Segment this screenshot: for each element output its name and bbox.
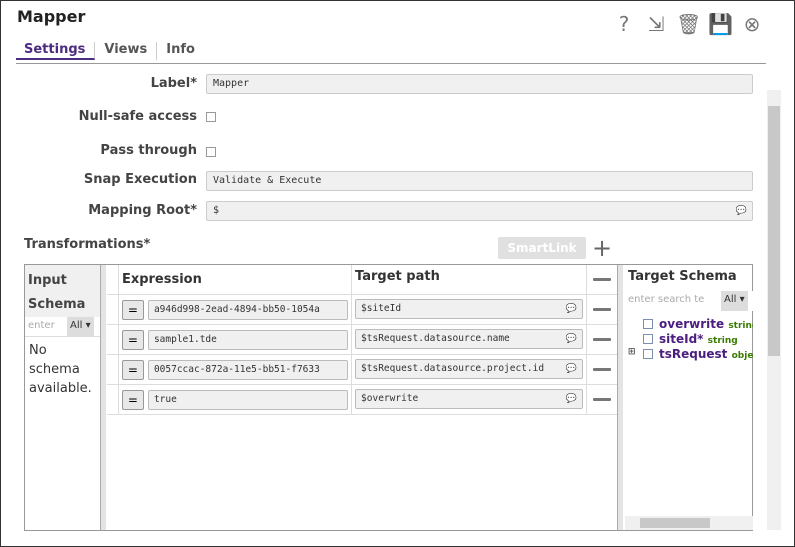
target-path-input[interactable]: $overwrite 💬 xyxy=(355,389,584,409)
pass-through-checkbox[interactable] xyxy=(206,147,216,157)
expression-toggle-button[interactable]: = xyxy=(121,329,144,350)
smartlink-button[interactable]: SmartLink xyxy=(498,237,586,259)
schema-item-overwrite[interactable]: overwrite string xyxy=(625,317,753,332)
remove-row-icon[interactable] xyxy=(593,338,612,341)
comment-icon[interactable]: 💬 xyxy=(736,206,747,216)
target-schema-title: Target Schema xyxy=(628,269,737,284)
save-icon[interactable]: 💾 xyxy=(708,12,733,36)
mapping-root-label: Mapping Root* xyxy=(88,203,197,218)
target-schema-search[interactable]: enter search te xyxy=(625,291,721,311)
export-icon[interactable]: ⇲ xyxy=(644,12,668,36)
checkbox[interactable] xyxy=(643,319,653,329)
input-schema-title: Input xyxy=(28,273,67,288)
pane-splitter[interactable] xyxy=(617,265,623,530)
target-path-input[interactable]: $siteId 💬 xyxy=(355,299,584,319)
expression-toggle-button[interactable]: = xyxy=(121,299,144,320)
no-schema-text: No schema available. xyxy=(29,343,92,396)
add-row-icon[interactable]: + xyxy=(592,236,612,260)
target-schema-filter[interactable]: All ▾ xyxy=(721,291,748,311)
expand-icon[interactable]: ⊞ xyxy=(628,347,636,357)
label-field-label: Label* xyxy=(150,76,197,91)
comment-icon[interactable]: 💬 xyxy=(566,304,577,314)
tab-views[interactable]: Views xyxy=(95,42,158,60)
table-row: = a946d998-2ead-4894-bb50-1054a $siteId 💬 xyxy=(107,295,617,325)
expression-header: Expression xyxy=(119,265,353,294)
schema-item-tsrequest[interactable]: ⊞tsRequest object xyxy=(625,347,753,362)
snap-execution-select[interactable]: Validate & Execute xyxy=(206,171,753,191)
comment-icon[interactable]: 💬 xyxy=(566,334,577,344)
mapping-root-input[interactable]: $ 💬 xyxy=(206,201,753,221)
expression-input[interactable]: a946d998-2ead-4894-bb50-1054a xyxy=(147,299,349,320)
input-schema-title-2: Schema xyxy=(28,297,86,312)
close-icon[interactable]: ⊗ xyxy=(740,12,764,36)
checkbox[interactable] xyxy=(643,349,653,359)
table-row: = sample1.tde $tsRequest.datasource.name 💬 xyxy=(107,325,617,355)
help-icon[interactable]: ? xyxy=(612,12,636,36)
expression-toggle-button[interactable]: = xyxy=(121,359,144,380)
input-schema-filter[interactable]: All ▾ xyxy=(67,317,94,336)
table-row: = true $overwrite 💬 xyxy=(107,385,617,415)
remove-row-icon[interactable] xyxy=(593,308,612,311)
expression-toggle-button[interactable]: = xyxy=(121,389,144,410)
null-safe-label: Null-safe access xyxy=(78,109,197,124)
horizontal-scrollbar[interactable] xyxy=(625,516,753,530)
pane-splitter[interactable] xyxy=(100,265,106,530)
mapping-root-value: $ xyxy=(213,205,220,216)
remove-all-icon[interactable] xyxy=(593,278,612,281)
tab-info[interactable]: Info xyxy=(157,42,204,60)
input-schema-search[interactable]: enter xyxy=(25,317,67,336)
vertical-scrollbar[interactable] xyxy=(767,90,781,530)
trash-icon[interactable]: 🗑 xyxy=(676,12,701,36)
tab-settings[interactable]: Settings xyxy=(16,42,96,60)
target-path-header: Target path xyxy=(352,265,588,294)
remove-row-icon[interactable] xyxy=(593,368,612,371)
transformations-label: Transformations* xyxy=(24,237,151,252)
target-path-input[interactable]: $tsRequest.datasource.name 💬 xyxy=(355,329,584,349)
target-schema-pane: Target Schema enter search te All ▾ overw… xyxy=(625,265,753,530)
scrollbar-thumb[interactable] xyxy=(768,106,780,356)
transformations-panel: Input Schema enter All ▾ No schema availab… xyxy=(24,264,753,531)
checkbox[interactable] xyxy=(643,334,653,344)
remove-row-icon[interactable] xyxy=(593,398,612,401)
pass-through-label: Pass through xyxy=(100,143,197,158)
expression-input[interactable]: true xyxy=(147,389,349,410)
schema-item-siteid[interactable]: siteId* string xyxy=(625,332,753,347)
target-path-input[interactable]: $tsRequest.datasource.project.id 💬 xyxy=(355,359,584,379)
expression-input[interactable]: 0057ccac-872a-11e5-bb51-f7633 xyxy=(147,359,349,380)
snap-execution-label: Snap Execution xyxy=(83,172,197,187)
comment-icon[interactable]: 💬 xyxy=(566,364,577,374)
mapping-table: Expression Target path = a946d998-2ead-489… xyxy=(107,265,617,415)
input-schema-pane: Input Schema enter All ▾ No schema availab… xyxy=(25,265,100,530)
expression-input[interactable]: sample1.tde xyxy=(147,329,349,350)
label-input[interactable]: Mapper xyxy=(206,74,753,94)
dialog-title: Mapper xyxy=(17,7,86,26)
comment-icon[interactable]: 💬 xyxy=(566,394,577,404)
null-safe-checkbox[interactable] xyxy=(206,112,216,122)
table-row: = 0057ccac-872a-11e5-bb51-f7633 $tsRequest… xyxy=(107,355,617,385)
